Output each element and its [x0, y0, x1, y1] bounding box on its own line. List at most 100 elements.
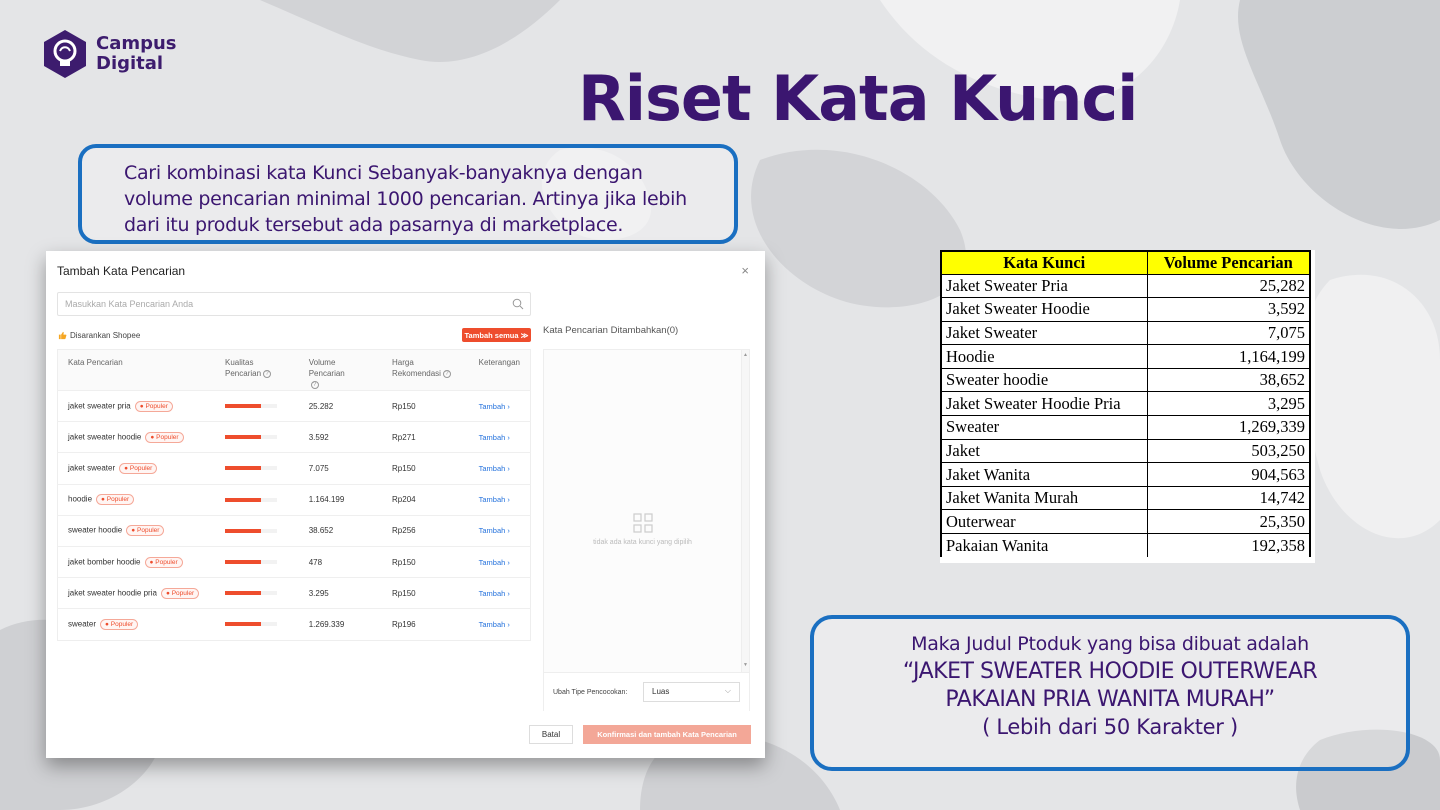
- keyword-search-input[interactable]: [58, 293, 498, 315]
- table-row: Jaket 503,250: [940, 438, 1311, 464]
- add-keyword-link[interactable]: Tambah ›: [479, 620, 510, 629]
- chevron-down-icon: ⌵: [724, 686, 731, 695]
- conclusion-line-1: Maka Judul Ptoduk yang bisa dibuat adala…: [911, 633, 1309, 655]
- quality-bar-fill: [225, 622, 262, 627]
- keyword-suggestion-table: Kata Pencarian Kualitas Pencarian? Volume…: [57, 349, 531, 641]
- table-row: jaket sweater hoodie pria ● Populer 3.295 R…: [57, 577, 531, 609]
- xl-volume-cell: 3,295: [1146, 391, 1311, 417]
- action-cell: Tambah ›: [468, 514, 531, 547]
- popular-badge: ● Populer: [100, 618, 139, 630]
- scroll-down-icon[interactable]: ▼: [743, 662, 748, 668]
- xl-header-row: Kata Kunci Volume Pencarian: [940, 250, 1311, 275]
- col-price: Harga Rekomendasi?: [382, 349, 469, 391]
- popular-badge: ● Populer: [96, 494, 135, 506]
- help-icon[interactable]: ?: [310, 380, 319, 389]
- add-keyword-link[interactable]: Tambah ›: [479, 402, 510, 411]
- close-icon[interactable]: ×: [741, 263, 749, 278]
- xl-volume-cell: 904,563: [1146, 462, 1311, 487]
- keyword-text: jaket bomber hoodie: [68, 557, 141, 567]
- volume-cell: 7.075: [298, 452, 383, 485]
- table-row: sweater ● Populer 1.269.339 Rp196 Tambah ›: [57, 608, 531, 640]
- table-row: sweater hoodie ● Populer 38.652 Rp256 Tambah…: [57, 514, 531, 547]
- keyword-cell: jaket sweater ● Populer: [57, 452, 216, 485]
- cancel-button[interactable]: Batal: [529, 725, 573, 744]
- price-cell: Rp150: [382, 452, 469, 485]
- keyword-cell: jaket sweater pria ● Populer: [57, 389, 216, 422]
- help-icon[interactable]: ?: [442, 369, 451, 378]
- price-cell: Rp271: [382, 421, 469, 453]
- xl-volume-cell: 25,282: [1146, 273, 1311, 299]
- col-note: Keterangan: [468, 349, 531, 391]
- logo-line-1: Campus: [96, 33, 177, 54]
- empty-state-text: tidak ada kata kunci yang dipilih: [593, 539, 692, 546]
- help-icon[interactable]: ?: [263, 369, 272, 378]
- add-keyword-link[interactable]: Tambah ›: [479, 526, 510, 535]
- xl-keyword-cell: Jaket Wanita Murah: [940, 485, 1148, 511]
- price-cell: Rp150: [382, 389, 469, 422]
- table-row: Jaket Sweater Hoodie 3,592: [940, 297, 1311, 322]
- xl-keyword-cell: Jaket Sweater Pria: [940, 273, 1148, 299]
- intro-text: Cari kombinasi kata Kunci Sebanyak-banya…: [124, 162, 687, 236]
- table-row: jaket bomber hoodie ● Populer 478 Rp150 Tamb…: [57, 545, 531, 578]
- panel-scrollbar[interactable]: ▲ ▼: [741, 350, 749, 672]
- table-row: Jaket Sweater Pria 25,282: [940, 273, 1311, 299]
- xl-volume-cell: 25,350: [1146, 509, 1311, 535]
- fire-icon: ●: [139, 402, 144, 410]
- keyword-cell: hoodie ● Populer: [57, 483, 216, 516]
- popular-badge: ● Populer: [126, 525, 165, 537]
- add-keyword-link[interactable]: Tambah ›: [479, 433, 510, 442]
- conclusion-line-3: PAKAIAN PRIA WANITA MURAH”: [945, 687, 1275, 712]
- quality-bar: [225, 622, 278, 627]
- table-row: Outerwear 25,350: [940, 509, 1311, 535]
- quality-bar-fill: [225, 404, 262, 409]
- quality-bar: [225, 404, 278, 409]
- match-type-label: Ubah Tipe Pencocokan:: [553, 689, 628, 696]
- volume-cell: 1.269.339: [298, 608, 383, 640]
- quality-cell: [215, 577, 299, 609]
- brand-logo: Campus Digital: [40, 28, 177, 80]
- xl-keyword-cell: Jaket Sweater Hoodie Pria: [940, 391, 1148, 417]
- quality-bar: [225, 528, 278, 533]
- add-keyword-link[interactable]: Tambah ›: [479, 558, 510, 567]
- table-row: Pakaian Wanita 192,358: [940, 533, 1311, 558]
- modal-title: Tambah Kata Pencarian: [57, 264, 186, 278]
- quality-bar: [225, 497, 278, 502]
- xl-volume-cell: 503,250: [1146, 438, 1311, 464]
- logo-text: Campus Digital: [96, 34, 177, 74]
- conclusion-line-2: “JAKET SWEATER HOODIE OUTERWEAR: [902, 659, 1318, 684]
- popular-badge-text: Populer: [145, 402, 168, 410]
- quality-bar-fill: [225, 528, 262, 533]
- table-row: Jaket Sweater Hoodie Pria 3,295: [940, 391, 1311, 417]
- popular-badge: ● Populer: [119, 462, 158, 474]
- quality-bar: [225, 466, 278, 471]
- confirm-add-button[interactable]: Konfirmasi dan tambah Kata Pencarian: [583, 725, 751, 744]
- scroll-up-icon[interactable]: ▲: [743, 352, 748, 358]
- add-keyword-modal: Tambah Kata Pencarian × Disarankan Shope…: [46, 251, 765, 758]
- table-row: Sweater hoodie 38,652: [940, 367, 1311, 393]
- add-keyword-link[interactable]: Tambah ›: [479, 495, 510, 504]
- quality-bar-fill: [225, 466, 262, 471]
- add-keyword-link[interactable]: Tambah ›: [479, 464, 510, 473]
- add-all-button[interactable]: Tambah semua ≫: [462, 328, 531, 342]
- price-cell: Rp150: [382, 577, 469, 609]
- add-keyword-link[interactable]: Tambah ›: [479, 589, 510, 598]
- keyword-text: jaket sweater pria: [68, 401, 131, 411]
- popular-badge-text: Populer: [110, 620, 134, 628]
- keyword-text: sweater hoodie: [68, 525, 123, 535]
- search-icon[interactable]: [512, 298, 524, 310]
- xl-keyword-cell: Jaket: [940, 438, 1148, 464]
- volume-cell: 38.652: [298, 514, 383, 547]
- quality-bar-fill: [225, 435, 262, 440]
- fire-icon: ●: [165, 589, 170, 597]
- xl-volume-cell: 1,164,199: [1146, 344, 1311, 369]
- popular-badge: ● Populer: [160, 587, 200, 599]
- match-type-select[interactable]: Luas ⌵: [643, 682, 740, 702]
- thumbs-up-icon: [58, 331, 67, 340]
- keyword-text: jaket sweater hoodie pria: [68, 588, 157, 598]
- xl-volume-cell: 3,592: [1146, 297, 1311, 322]
- keyword-cell: jaket sweater hoodie ● Populer: [57, 421, 216, 453]
- xl-volume-cell: 38,652: [1146, 367, 1311, 393]
- keyword-text: sweater: [68, 619, 97, 629]
- intro-callout: Cari kombinasi kata Kunci Sebanyak-banya…: [78, 144, 738, 244]
- action-cell: Tambah ›: [468, 545, 531, 578]
